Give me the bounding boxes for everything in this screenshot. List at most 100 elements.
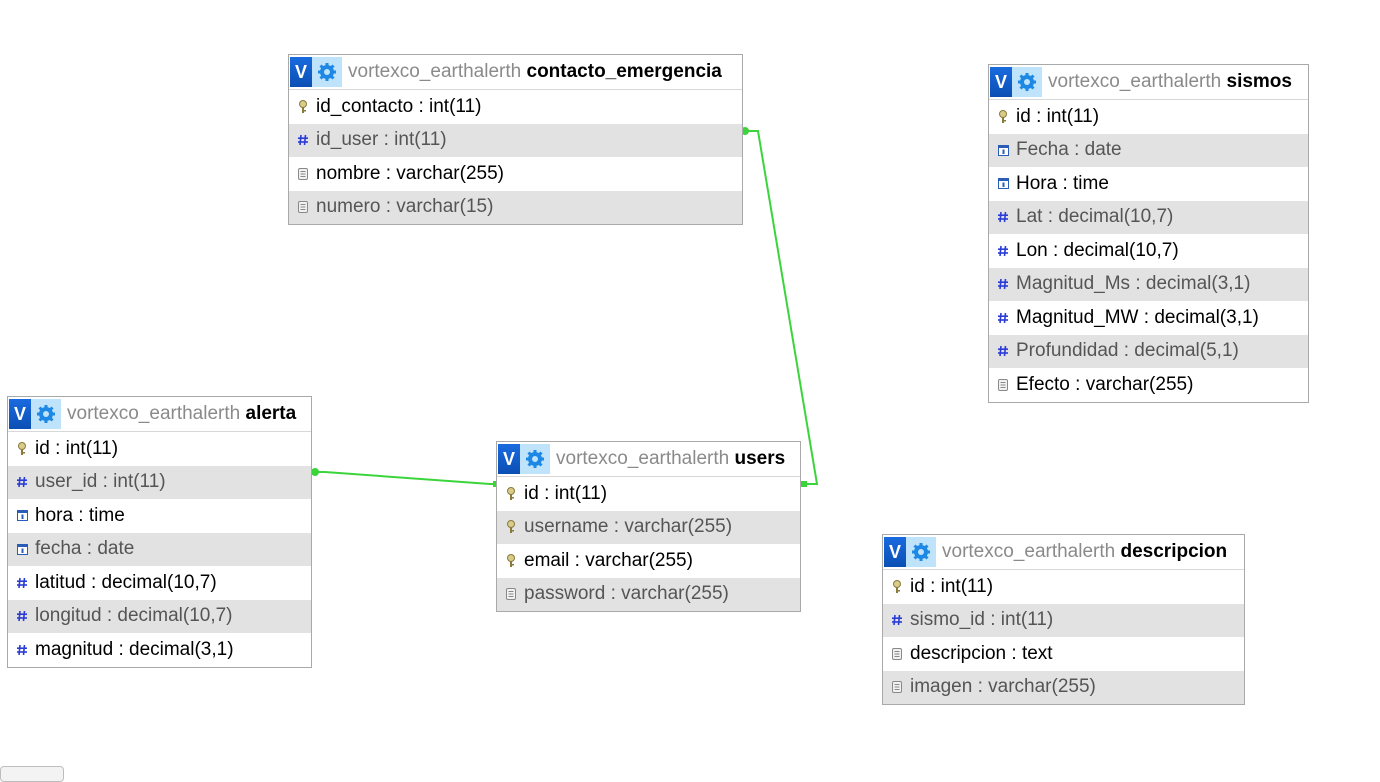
bottom-scroll-handle[interactable]	[0, 766, 64, 782]
column-row[interactable]: Profundidad : decimal(5,1)	[989, 334, 1308, 368]
text-icon	[296, 167, 310, 181]
hash-icon	[890, 613, 904, 627]
table-sismos[interactable]: V vortexco_earthalerth sismos id : int(1…	[988, 64, 1309, 403]
column-row[interactable]: username : varchar(255)	[497, 510, 800, 544]
column-label: email : varchar(255)	[524, 549, 693, 571]
column-row[interactable]: id : int(11)	[8, 432, 311, 466]
relation-endpoint-icon	[801, 481, 807, 487]
column-row[interactable]: latitud : decimal(10,7)	[8, 566, 311, 600]
hash-icon	[15, 475, 29, 489]
toggle-columns-button[interactable]: V	[498, 444, 520, 474]
database-name: vortexco_earthalerth	[556, 448, 730, 469]
table-header[interactable]: V vortexco_earthalerth users	[497, 442, 800, 477]
column-row[interactable]: fecha : date	[8, 532, 311, 566]
table-header[interactable]: V vortexco_earthalerth descripcion	[883, 535, 1244, 570]
toggle-columns-button[interactable]: V	[990, 67, 1012, 97]
column-row[interactable]: descripcion : text	[883, 637, 1244, 671]
calendar-icon	[15, 542, 29, 556]
key-icon	[504, 520, 518, 534]
column-row[interactable]: Hora : time	[989, 167, 1308, 201]
hash-icon	[15, 643, 29, 657]
column-label: id : int(11)	[1016, 105, 1100, 127]
hash-icon	[15, 576, 29, 590]
hash-icon	[996, 277, 1010, 291]
column-label: Magnitud_MW : decimal(3,1)	[1016, 306, 1259, 328]
table-alerta[interactable]: V vortexco_earthalerth alerta id : int(1…	[7, 396, 312, 668]
column-label: Magnitud_Ms : decimal(3,1)	[1016, 273, 1251, 295]
column-label: id_user : int(11)	[316, 129, 447, 151]
column-label: username : varchar(255)	[524, 516, 733, 538]
gear-icon[interactable]	[31, 399, 61, 429]
key-icon	[890, 579, 904, 594]
database-name: vortexco_earthalerth	[67, 403, 241, 424]
toggle-columns-button[interactable]: V	[9, 399, 31, 429]
column-label: fecha : date	[35, 538, 135, 560]
table-header[interactable]: V vortexco_earthalerth sismos	[989, 65, 1308, 100]
database-name: vortexco_earthalerth	[348, 61, 522, 82]
column-label: id_contacto : int(11)	[316, 95, 482, 117]
table-title: vortexco_earthalerth alerta	[67, 403, 296, 425]
text-icon	[296, 200, 310, 214]
relation-line-contacto-users[interactable]	[745, 130, 819, 485]
key-icon	[996, 109, 1010, 124]
table-name: sismos	[1226, 71, 1292, 92]
column-row[interactable]: magnitud : decimal(3,1)	[8, 633, 311, 667]
key-icon	[504, 486, 518, 501]
column-row[interactable]: sismo_id : int(11)	[883, 603, 1244, 637]
column-row[interactable]: id_user : int(11)	[289, 123, 742, 157]
column-row[interactable]: hora : time	[8, 499, 311, 533]
column-row[interactable]: Fecha : date	[989, 133, 1308, 167]
column-label: nombre : varchar(255)	[316, 162, 504, 184]
column-label: descripcion : text	[910, 642, 1053, 664]
column-row[interactable]: user_id : int(11)	[8, 465, 311, 499]
table-contacto-emergencia[interactable]: V vortexco_earthalerth contacto_emergenc…	[288, 54, 743, 225]
column-row[interactable]: Magnitud_Ms : decimal(3,1)	[989, 267, 1308, 301]
text-icon	[890, 647, 904, 661]
toggle-columns-button[interactable]: V	[884, 537, 906, 567]
column-label: latitud : decimal(10,7)	[35, 571, 217, 593]
table-descripcion[interactable]: V vortexco_earthalerth descripcion id : …	[882, 534, 1245, 705]
column-label: Lon : decimal(10,7)	[1016, 239, 1179, 261]
column-row[interactable]: nombre : varchar(255)	[289, 157, 742, 191]
column-row[interactable]: Efecto : varchar(255)	[989, 368, 1308, 402]
table-header[interactable]: V vortexco_earthalerth contacto_emergenc…	[289, 55, 742, 90]
gear-icon[interactable]	[1012, 67, 1042, 97]
table-title: vortexco_earthalerth sismos	[1048, 71, 1292, 93]
column-label: Fecha : date	[1016, 139, 1122, 161]
gear-icon[interactable]	[906, 537, 936, 567]
table-header[interactable]: V vortexco_earthalerth alerta	[8, 397, 311, 432]
column-row[interactable]: numero : varchar(15)	[289, 190, 742, 224]
column-row[interactable]: email : varchar(255)	[497, 544, 800, 578]
gear-icon[interactable]	[312, 57, 342, 87]
gear-icon[interactable]	[520, 444, 550, 474]
key-icon	[504, 553, 518, 568]
column-row[interactable]: id_contacto : int(11)	[289, 90, 742, 124]
hash-icon	[996, 344, 1010, 358]
column-row[interactable]: Lat : decimal(10,7)	[989, 200, 1308, 234]
toggle-columns-button[interactable]: V	[290, 57, 312, 87]
designer-canvas[interactable]: V vortexco_earthalerth contacto_emergenc…	[0, 0, 1380, 782]
column-label: numero : varchar(15)	[316, 196, 494, 218]
key-icon	[15, 441, 29, 456]
column-row[interactable]: id : int(11)	[497, 477, 800, 511]
column-row[interactable]: imagen : varchar(255)	[883, 670, 1244, 704]
hash-icon	[296, 133, 310, 147]
database-name: vortexco_earthalerth	[1048, 71, 1222, 92]
column-label: user_id : int(11)	[35, 471, 166, 493]
relation-endpoint-icon	[311, 468, 319, 476]
calendar-icon	[996, 143, 1010, 157]
column-label: longitud : decimal(10,7)	[35, 605, 233, 627]
column-label: id : int(11)	[35, 437, 119, 459]
table-users[interactable]: V vortexco_earthalerth users id : int(11…	[496, 441, 801, 612]
column-row[interactable]: id : int(11)	[883, 570, 1244, 604]
column-row[interactable]: Magnitud_MW : decimal(3,1)	[989, 301, 1308, 335]
column-row[interactable]: password : varchar(255)	[497, 577, 800, 611]
text-icon	[504, 587, 518, 601]
table-title: vortexco_earthalerth users	[556, 448, 785, 470]
relation-line-alerta-users[interactable]	[315, 471, 497, 485]
column-row[interactable]: Lon : decimal(10,7)	[989, 234, 1308, 268]
column-row[interactable]: longitud : decimal(10,7)	[8, 599, 311, 633]
column-label: id : int(11)	[910, 575, 994, 597]
column-row[interactable]: id : int(11)	[989, 100, 1308, 134]
table-name: users	[734, 448, 786, 469]
